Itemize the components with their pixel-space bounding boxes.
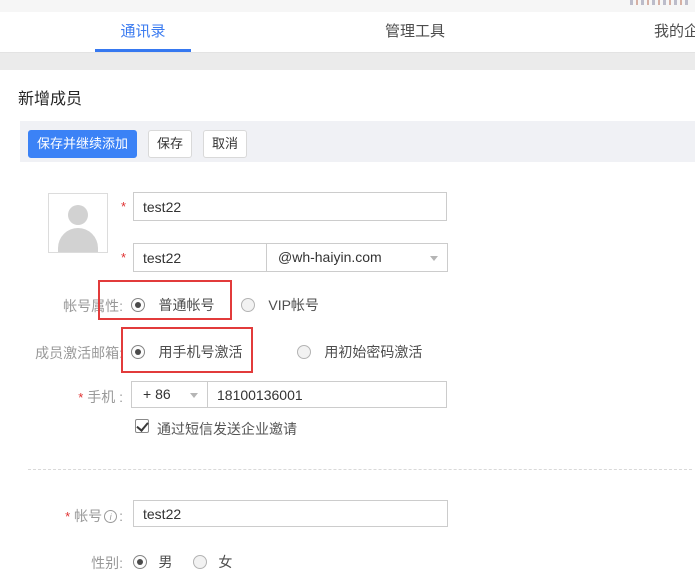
radio-activate-by-password[interactable] (297, 345, 311, 359)
radio-activate-by-mobile-label[interactable]: 用手机号激活 (158, 344, 242, 360)
email-domain-value: @wh-haiyin.com (278, 249, 382, 265)
tab-my-company[interactable]: 我的企 (654, 12, 695, 52)
radio-normal-account-label[interactable]: 普通帐号 (158, 297, 214, 313)
gender-option-male: 男 (133, 552, 172, 572)
clipped-header-text (630, 0, 688, 5)
save-button[interactable]: 保存 (148, 130, 192, 158)
account-type-option-vip: VIP帐号 (241, 295, 319, 315)
avatar-placeholder[interactable] (48, 193, 108, 253)
activation-options: 用手机号激活 用初始密码激活 (131, 342, 422, 362)
email-domain-select[interactable]: @wh-haiyin.com (266, 243, 448, 272)
email-account-input[interactable] (133, 243, 267, 272)
main-nav: 通讯录 管理工具 我的企 (0, 12, 695, 53)
required-mark: * (65, 509, 70, 524)
account-input[interactable] (133, 500, 448, 527)
radio-vip-account[interactable] (241, 298, 255, 312)
section-divider (28, 469, 692, 470)
save-and-continue-button[interactable]: 保存并继续添加 (28, 130, 137, 158)
add-member-page: 通讯录 管理工具 我的企 新增成员 保存并继续添加 保存 取消 * * @wh-… (0, 0, 695, 579)
active-tab-underline (95, 49, 191, 52)
account-type-options: 普通帐号 VIP帐号 (131, 295, 319, 315)
radio-activate-by-password-label[interactable]: 用初始密码激活 (324, 344, 422, 360)
tab-my-company-label: 我的企 (654, 23, 695, 40)
country-code-select[interactable]: + 86 (131, 381, 208, 408)
radio-gender-male-label[interactable]: 男 (158, 554, 172, 570)
account-type-label: 帐号属性: (0, 296, 123, 316)
radio-gender-male[interactable] (133, 555, 147, 569)
mobile-label: * 手机 : (0, 387, 123, 407)
avatar-person-icon-body (58, 228, 98, 252)
account-type-option-normal: 普通帐号 (131, 295, 214, 315)
mobile-label-text: 手机 : (87, 389, 123, 405)
info-icon[interactable] (104, 510, 117, 523)
nav-sub-band (0, 53, 695, 70)
country-code-value: + 86 (143, 386, 171, 402)
account-label-colon: : (119, 508, 123, 524)
radio-vip-account-label[interactable]: VIP帐号 (268, 297, 319, 313)
page-title: 新增成员 (18, 85, 82, 109)
mobile-number-input[interactable] (207, 381, 447, 408)
radio-normal-account[interactable] (131, 298, 145, 312)
tab-admin-tools-label: 管理工具 (385, 23, 445, 40)
tab-contacts-label: 通讯录 (120, 23, 165, 40)
sms-invite-label[interactable]: 通过短信发送企业邀请 (157, 419, 297, 439)
tab-admin-tools[interactable]: 管理工具 (367, 12, 463, 52)
activation-label: 成员激活邮箱: (0, 343, 123, 363)
cancel-button[interactable]: 取消 (203, 130, 247, 158)
required-mark: * (121, 199, 126, 214)
radio-gender-female[interactable] (193, 555, 207, 569)
radio-gender-female-label[interactable]: 女 (218, 554, 232, 570)
radio-activate-by-mobile[interactable] (131, 345, 145, 359)
required-mark: * (78, 390, 83, 405)
tab-contacts[interactable]: 通讯录 (95, 12, 191, 52)
account-label-text: 帐号 (74, 508, 102, 524)
activation-option-password: 用初始密码激活 (297, 342, 422, 362)
name-input[interactable] (133, 192, 447, 221)
action-toolbar: 保存并继续添加 保存 取消 (20, 121, 695, 162)
gender-options: 男 女 (133, 552, 232, 572)
chevron-down-icon (430, 256, 438, 261)
sms-invite-checkbox[interactable] (135, 419, 149, 433)
gender-option-female: 女 (193, 552, 232, 572)
avatar-person-icon (68, 205, 88, 225)
activation-option-mobile: 用手机号激活 (131, 342, 242, 362)
required-mark: * (121, 250, 126, 265)
chevron-down-icon (190, 393, 198, 398)
top-strip (0, 0, 695, 12)
gender-label: 性别: (0, 553, 123, 573)
account-label: * 帐号: (0, 506, 123, 526)
